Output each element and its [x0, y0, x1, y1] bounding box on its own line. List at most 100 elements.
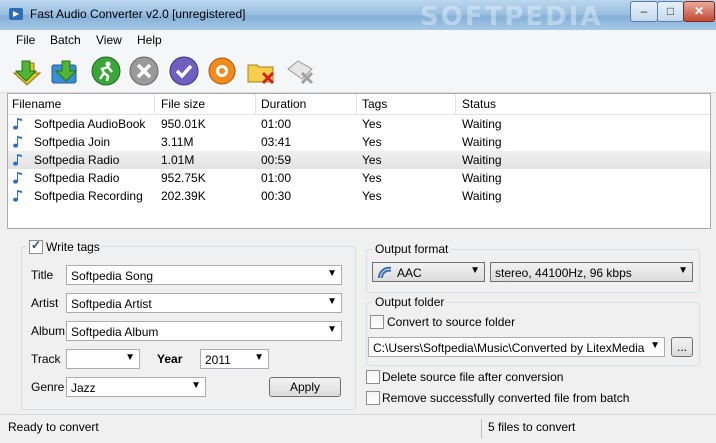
app-icon	[9, 8, 23, 20]
app-window: SOFTPEDIA Fast Audio Converter v2.0 [unr…	[0, 0, 716, 443]
browse-button[interactable]: ...	[671, 337, 693, 357]
format-value: AAC	[397, 266, 422, 280]
maximize-button[interactable]: □	[657, 1, 684, 22]
stop-icon[interactable]	[128, 55, 160, 87]
cell-tags: Yes	[362, 153, 382, 167]
cell-size: 952.75K	[161, 171, 206, 185]
column-tags[interactable]: Tags	[362, 97, 387, 111]
table-row[interactable]: Softpedia Radio 952.75K 01:00 Yes Waitin…	[8, 169, 710, 187]
menu-file[interactable]: File	[16, 33, 35, 47]
remove-folder-icon[interactable]	[245, 55, 277, 87]
list-header: Filename File size Duration Tags Status	[8, 94, 710, 115]
delete-source-checkbox[interactable]	[366, 370, 380, 384]
output-folder-value: C:\Users\Softpedia\Music\Converted by Li…	[373, 341, 645, 355]
audio-file-icon	[13, 136, 22, 148]
status-bar: Ready to convert 5 files to convert	[0, 414, 716, 443]
cell-tags: Yes	[362, 117, 382, 131]
table-row[interactable]: Softpedia Join 3.11M 03:41 Yes Waiting	[8, 133, 710, 151]
genre-label: Genre	[31, 380, 65, 394]
status-left: Ready to convert	[8, 420, 99, 434]
chevron-down-icon[interactable]: ▼	[327, 296, 337, 307]
cell-filename: Softpedia Join	[34, 135, 111, 149]
convert-run-icon[interactable]	[90, 55, 122, 87]
artist-field[interactable]: Softpedia Artist ▼	[66, 293, 342, 313]
title-field[interactable]: Softpedia Song ▼	[66, 265, 342, 285]
chevron-down-icon[interactable]: ▼	[650, 340, 660, 351]
cell-status: Waiting	[462, 153, 502, 167]
year-field[interactable]: 2011 ▼	[200, 349, 269, 369]
cell-tags: Yes	[362, 135, 382, 149]
cell-size: 3.11M	[161, 135, 194, 149]
column-duration[interactable]: Duration	[261, 97, 306, 111]
column-separator[interactable]	[255, 94, 256, 114]
title-bar[interactable]: SOFTPEDIA Fast Audio Converter v2.0 [unr…	[0, 0, 716, 32]
check-icon[interactable]	[168, 55, 200, 87]
status-right: 5 files to convert	[488, 420, 576, 434]
cell-size: 1.01M	[161, 153, 195, 167]
genre-field[interactable]: Jazz ▼	[66, 377, 206, 397]
menu-batch[interactable]: Batch	[50, 33, 81, 47]
output-folder-label: Output folder	[373, 295, 447, 309]
minimize-button[interactable]: –	[630, 1, 658, 22]
artist-value: Softpedia Artist	[71, 297, 152, 311]
toolbar	[0, 50, 716, 93]
column-separator[interactable]	[154, 94, 155, 114]
year-label: Year	[157, 352, 183, 366]
title-value: Softpedia Song	[71, 269, 154, 283]
chevron-down-icon[interactable]: ▼	[327, 324, 337, 335]
chevron-down-icon[interactable]: ▼	[191, 380, 201, 391]
remove-converted-label[interactable]: Remove successfully converted file from …	[382, 391, 629, 405]
settings-icon[interactable]	[206, 55, 238, 87]
column-status[interactable]: Status	[462, 97, 496, 111]
cell-status: Waiting	[462, 189, 502, 203]
menu-help[interactable]: Help	[137, 33, 162, 47]
title-label: Title	[31, 268, 54, 282]
apply-button[interactable]: Apply	[269, 377, 341, 397]
audio-file-icon	[13, 172, 22, 184]
file-list[interactable]: Filename File size Duration Tags Status …	[7, 93, 711, 229]
menu-view[interactable]: View	[96, 33, 122, 47]
remove-converted-checkbox[interactable]	[366, 391, 380, 405]
cell-filename: Softpedia AudioBook	[34, 117, 146, 131]
delete-source-label[interactable]: Delete source file after conversion	[382, 370, 563, 384]
write-tags-label[interactable]: Write tags	[46, 240, 100, 254]
table-row[interactable]: Softpedia AudioBook 950.01K 01:00 Yes Wa…	[8, 115, 710, 133]
audio-file-icon	[13, 118, 22, 130]
convert-to-source-checkbox[interactable]	[370, 315, 384, 329]
table-row[interactable]: Softpedia Recording 202.39K 00:30 Yes Wa…	[8, 187, 710, 205]
cell-status: Waiting	[462, 117, 502, 131]
audio-file-icon	[13, 154, 22, 166]
close-button[interactable]: ✕	[683, 1, 715, 22]
column-separator[interactable]	[455, 94, 456, 114]
chevron-down-icon[interactable]: ▼	[125, 352, 135, 363]
cell-tags: Yes	[362, 171, 382, 185]
chevron-down-icon[interactable]: ▼	[327, 268, 337, 279]
write-tags-checkbox[interactable]	[29, 238, 43, 254]
cell-duration: 01:00	[261, 171, 292, 185]
output-folder-field[interactable]: C:\Users\Softpedia\Music\Converted by Li…	[368, 337, 665, 357]
format-select[interactable]: AAC ▼	[372, 262, 485, 282]
table-row-selected[interactable]: Softpedia Radio 1.01M 00:59 Yes Waiting	[8, 151, 710, 169]
cell-size: 202.39K	[161, 189, 206, 203]
convert-to-source-label[interactable]: Convert to source folder	[387, 315, 515, 329]
column-separator[interactable]	[356, 94, 357, 114]
year-value: 2011	[205, 353, 231, 367]
track-field[interactable]: ▼	[66, 349, 140, 369]
audio-file-icon	[13, 190, 22, 202]
chevron-down-icon[interactable]: ▼	[678, 265, 688, 276]
quality-select[interactable]: stereo, 44100Hz, 96 kbps ▼	[490, 262, 693, 282]
chevron-down-icon[interactable]: ▼	[254, 352, 264, 363]
cell-duration: 00:30	[261, 189, 292, 203]
track-label: Track	[31, 352, 61, 366]
add-folder-icon[interactable]	[48, 55, 80, 87]
cell-tags: Yes	[362, 189, 382, 203]
clear-list-icon[interactable]	[284, 55, 316, 87]
column-file-size[interactable]: File size	[161, 97, 205, 111]
window-title: Fast Audio Converter v2.0 [unregistered]	[30, 7, 246, 21]
audio-format-icon	[377, 266, 392, 279]
cell-filename: Softpedia Recording	[34, 189, 143, 203]
chevron-down-icon[interactable]: ▼	[470, 265, 480, 276]
add-files-icon[interactable]	[10, 55, 42, 87]
column-filename[interactable]: Filename	[12, 97, 61, 111]
album-field[interactable]: Softpedia Album ▼	[66, 321, 342, 341]
